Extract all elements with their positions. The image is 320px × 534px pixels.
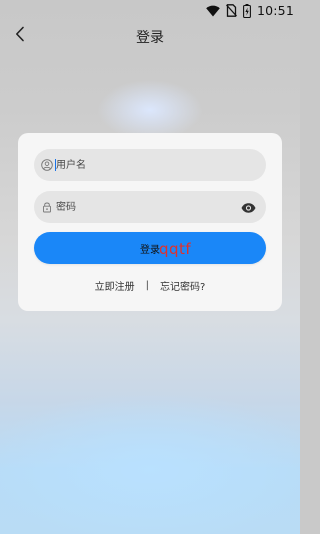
status-icons: 10:51 (206, 3, 294, 18)
password-field[interactable] (34, 191, 266, 223)
register-link[interactable]: 立即注册 (95, 278, 135, 293)
username-field[interactable] (34, 149, 266, 181)
page-title: 登录 (136, 30, 164, 46)
forgot-password-link[interactable]: 忘记密码? (160, 278, 205, 293)
no-sim-icon (225, 4, 237, 17)
login-button-label: 登录 (140, 244, 160, 256)
auth-links: 立即注册 | 忘记密码? (18, 278, 282, 293)
lock-icon (41, 201, 53, 213)
user-icon (41, 159, 53, 171)
status-time: 10:51 (256, 3, 294, 18)
battery-charging-icon (243, 3, 251, 18)
eye-icon (241, 198, 256, 217)
login-card: 登录 立即注册 | 忘记密码? (18, 133, 282, 311)
login-button[interactable]: 登录 (34, 232, 266, 264)
password-visibility-toggle[interactable] (240, 200, 256, 214)
wifi-icon (206, 5, 220, 17)
username-input[interactable] (56, 155, 226, 175)
password-input[interactable] (56, 197, 226, 217)
status-bar: 10:51 (0, 0, 300, 22)
link-separator: | (145, 280, 150, 291)
top-bar: 登录 (0, 22, 300, 50)
watermark-text: qqtf (159, 240, 192, 258)
